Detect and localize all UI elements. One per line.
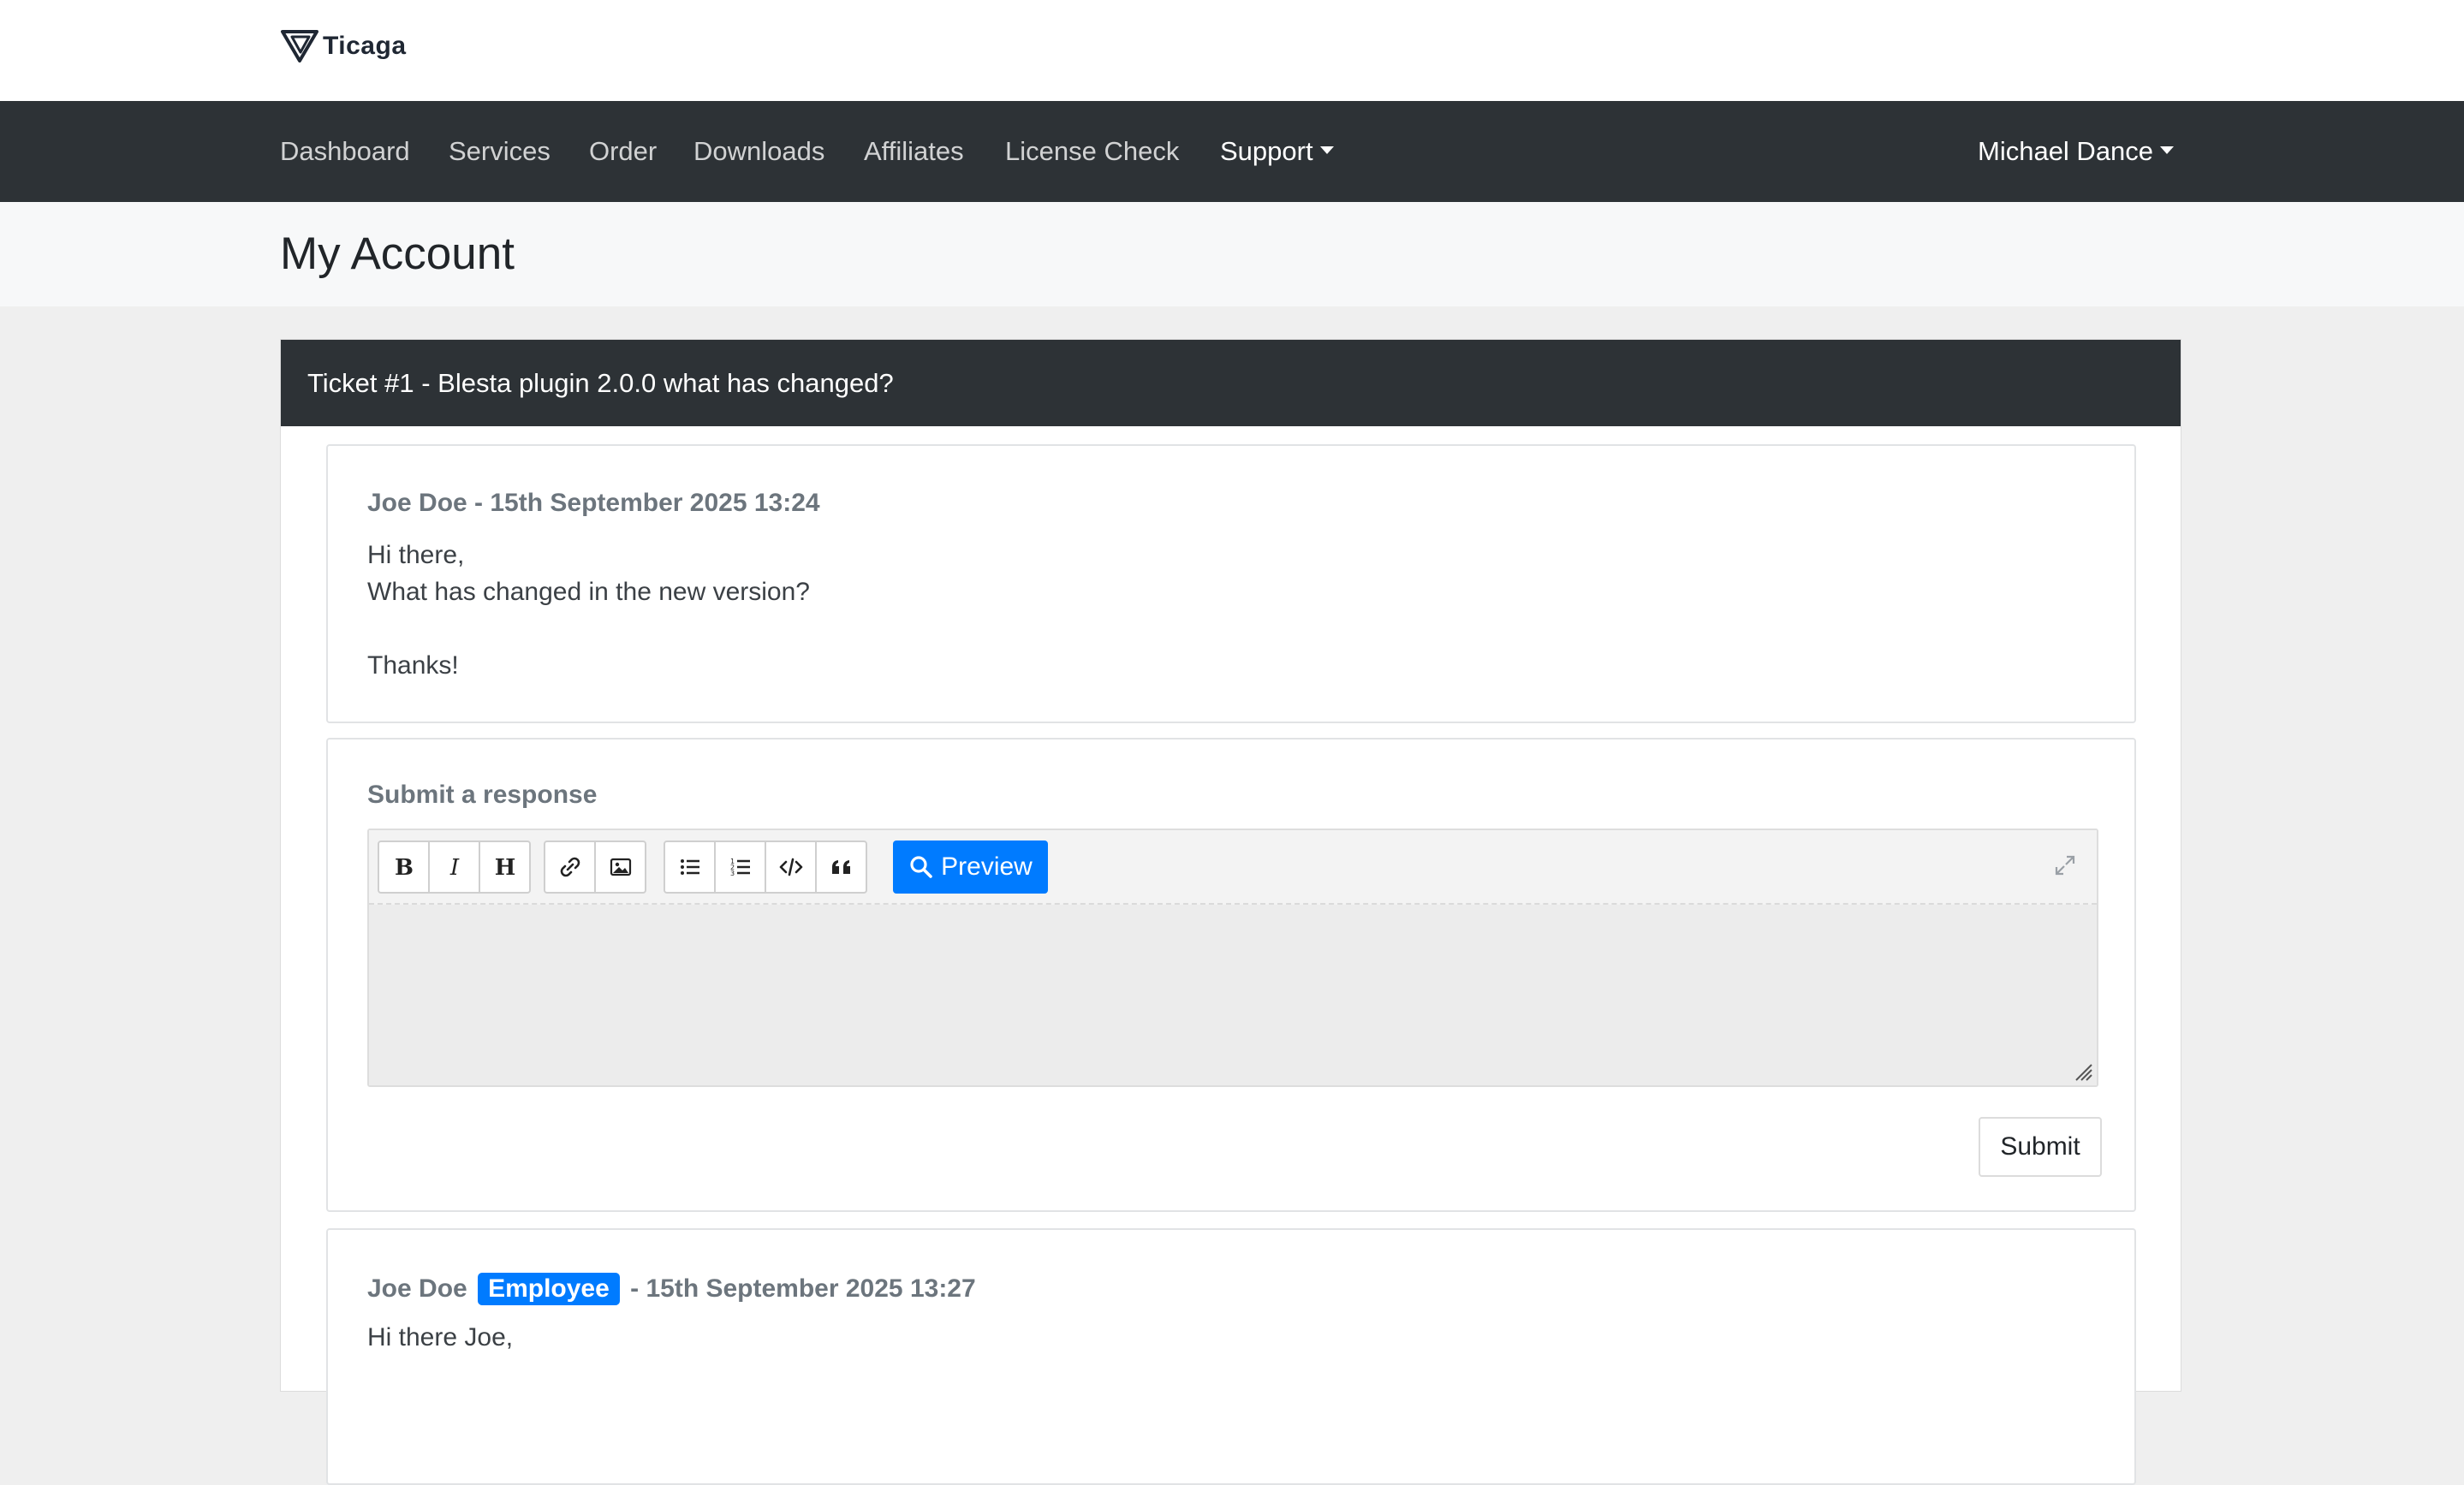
italic-icon: I [449, 855, 459, 881]
caret-down-icon [1319, 146, 1334, 155]
brand-name: Ticaga [323, 32, 407, 60]
employee-badge: Employee [478, 1273, 620, 1305]
nav-license-check[interactable]: License Check [1005, 101, 1179, 202]
message-author: Joe Doe [367, 1274, 467, 1303]
message-line: What has changed in the new version? [367, 578, 810, 606]
nav-support-label: Support [1220, 136, 1313, 166]
page-header: My Account [0, 202, 2464, 306]
message-meta: Joe Doe Employee - 15th September 2025 1… [367, 1273, 976, 1305]
markdown-editor: B I H 1 2 3 Preview [367, 829, 2098, 1087]
ticaga-logo-icon [281, 30, 318, 62]
quote-icon [831, 860, 850, 874]
image-icon [610, 858, 631, 876]
heading-button[interactable]: H [479, 841, 531, 894]
ticket-header: Ticket #1 - Blesta plugin 2.0.0 what has… [281, 340, 2181, 426]
link-button[interactable] [544, 841, 596, 894]
svg-text:3: 3 [730, 870, 735, 877]
bold-icon: B [395, 855, 414, 881]
nav-support-dropdown[interactable]: Support [1220, 101, 1334, 202]
user-menu-dropdown[interactable]: Michael Dance [1978, 101, 2175, 202]
ticket-message: Joe Doe Employee - 15th September 2025 1… [326, 1228, 2136, 1485]
editor-toolbar: B I H 1 2 3 Preview [369, 830, 2097, 905]
search-icon [910, 856, 932, 878]
page-title: My Account [280, 229, 515, 279]
message-line [367, 610, 810, 647]
nav-services[interactable]: Services [449, 101, 551, 202]
resize-handle-icon[interactable] [2071, 1060, 2093, 1082]
preview-label: Preview [941, 852, 1033, 881]
nav-downloads[interactable]: Downloads [693, 101, 824, 202]
message-meta: Joe Doe - 15th September 2025 13:24 [367, 489, 820, 517]
nav-dashboard[interactable]: Dashboard [280, 101, 410, 202]
message-line: Hi there, [367, 541, 465, 569]
heading-icon: H [494, 855, 515, 881]
italic-button[interactable]: I [428, 841, 480, 894]
message-body: Hi there, What has changed in the new ve… [367, 537, 810, 684]
message-date: - 15th September 2025 13:27 [630, 1274, 976, 1303]
nav-affiliates[interactable]: Affiliates [864, 101, 964, 202]
code-button[interactable] [765, 841, 817, 894]
code-icon [779, 858, 802, 876]
response-title: Submit a response [367, 781, 598, 809]
submit-button[interactable]: Submit [1979, 1117, 2102, 1177]
svg-text:B: B [395, 855, 414, 881]
ticket-message: Joe Doe - 15th September 2025 13:24 Hi t… [326, 444, 2136, 723]
fullscreen-icon[interactable] [2052, 852, 2078, 878]
quote-button[interactable] [815, 841, 867, 894]
ticket-card: Ticket #1 - Blesta plugin 2.0.0 what has… [280, 339, 2181, 1485]
top-bar: Ticaga [0, 0, 2464, 101]
unordered-list-icon [680, 859, 699, 875]
main-navbar: Dashboard Services Order Downloads Affil… [0, 101, 2464, 202]
nav-order[interactable]: Order [589, 101, 657, 202]
user-name: Michael Dance [1978, 136, 2154, 166]
bold-button[interactable]: B [378, 841, 430, 894]
message-line: Thanks! [367, 651, 459, 680]
preview-button[interactable]: Preview [893, 841, 1048, 894]
brand-logo[interactable]: Ticaga [280, 27, 407, 66]
caret-down-icon [2160, 146, 2175, 155]
response-textarea[interactable] [369, 905, 2097, 1085]
link-icon [560, 857, 580, 877]
unordered-list-button[interactable] [664, 841, 716, 894]
image-button[interactable] [594, 841, 646, 894]
ordered-list-button[interactable]: 1 2 3 [714, 841, 766, 894]
svg-text:H: H [494, 855, 515, 881]
ordered-list-icon: 1 2 3 [730, 858, 750, 877]
response-form: Submit a response B I H 1 2 3 Preview Su… [326, 738, 2136, 1212]
svg-text:I: I [449, 855, 459, 881]
